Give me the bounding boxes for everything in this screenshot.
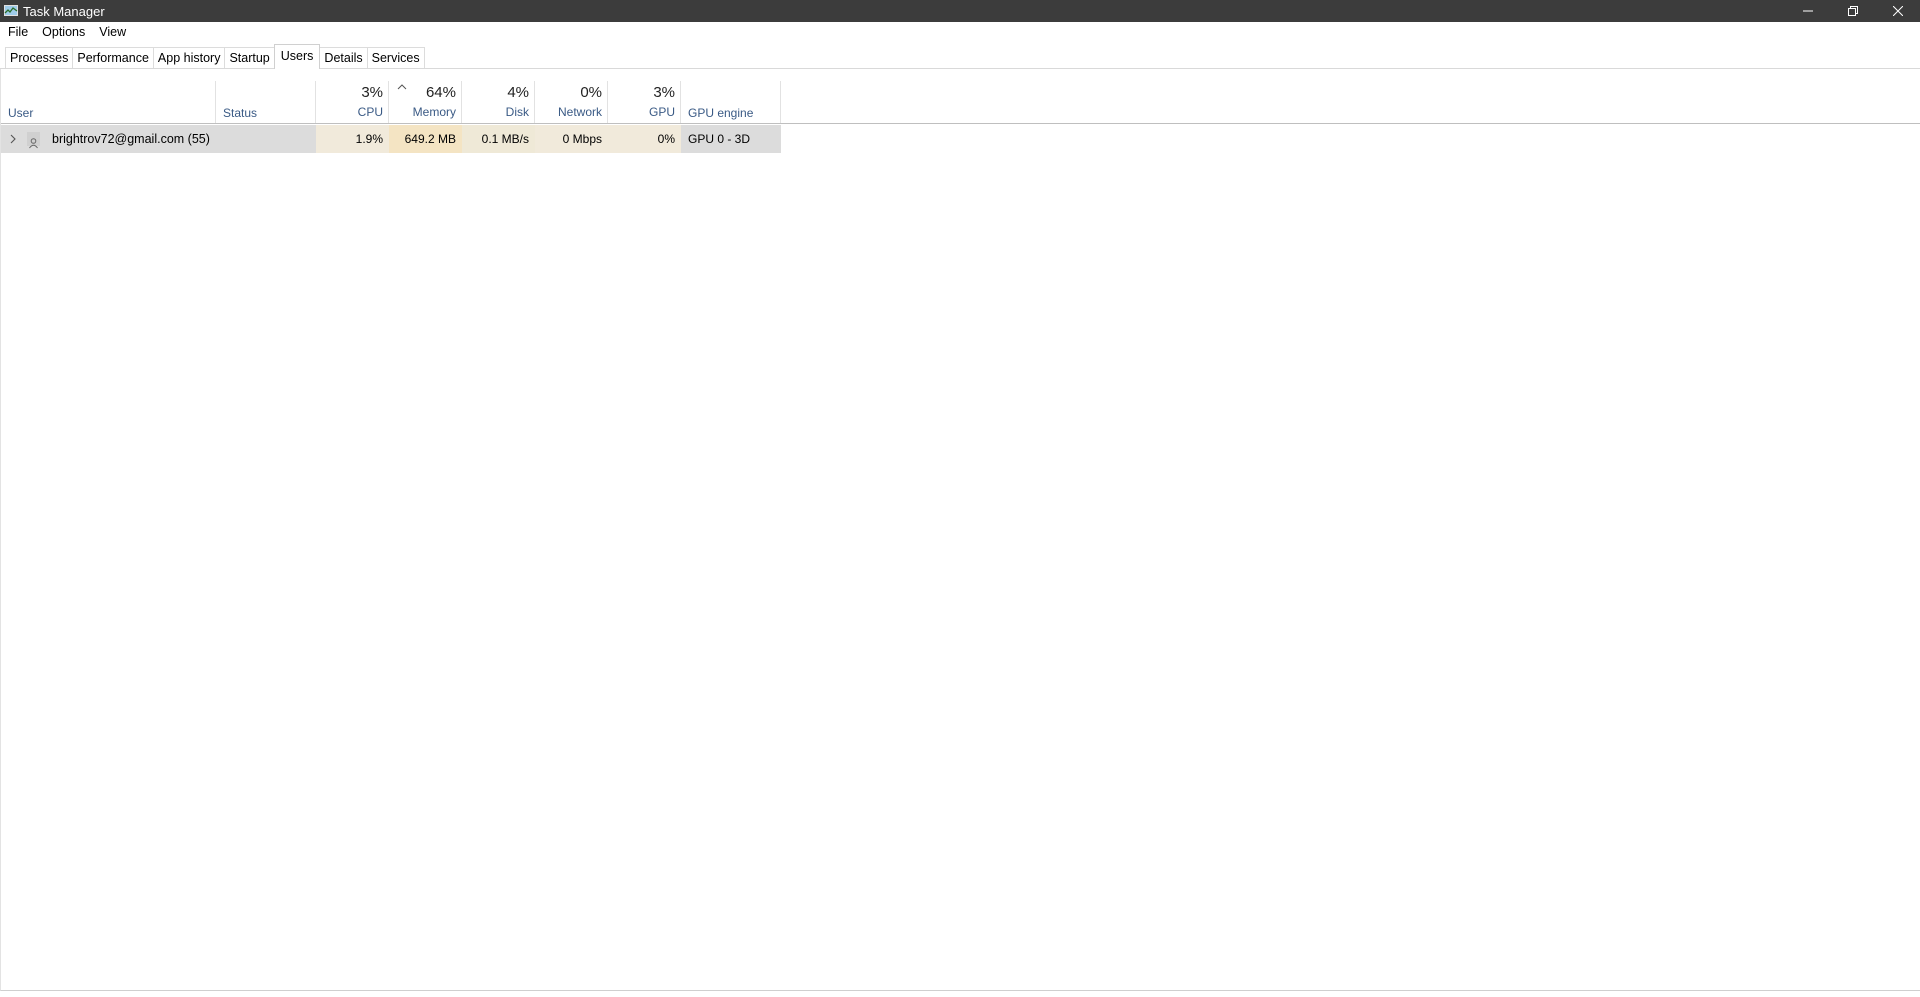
tab-users[interactable]: Users: [273, 44, 321, 69]
close-icon: [1892, 6, 1903, 16]
column-status[interactable]: Status: [216, 81, 316, 123]
tab-app-history[interactable]: App history: [152, 47, 226, 68]
network-total-percent: 0%: [580, 84, 602, 101]
column-memory[interactable]: 64% Memory: [389, 81, 462, 123]
column-status-label: Status: [223, 106, 258, 120]
tab-processes[interactable]: Processes: [5, 47, 74, 68]
gpu-engine-cell: GPU 0 - 3D: [688, 132, 751, 146]
chevron-right-icon[interactable]: [9, 134, 17, 144]
column-disk-label: Disk: [505, 105, 529, 119]
menu-view[interactable]: View: [92, 22, 133, 43]
restore-button[interactable]: [1830, 0, 1875, 22]
minimize-button[interactable]: [1785, 0, 1830, 22]
user-name: brightrov72@gmail.com (55): [52, 132, 210, 146]
column-cpu[interactable]: 3% CPU: [316, 81, 389, 123]
title-bar: Task Manager: [0, 0, 1920, 22]
task-manager-icon: [4, 5, 18, 17]
column-cpu-label: CPU: [357, 105, 383, 119]
cpu-cell: 1.9%: [316, 125, 389, 153]
close-button[interactable]: [1875, 0, 1920, 22]
column-network-label: Network: [557, 105, 602, 119]
column-user[interactable]: User: [1, 81, 216, 123]
disk-cell: 0.1 MB/s: [462, 125, 535, 153]
tab-services[interactable]: Services: [366, 47, 425, 68]
memory-cell: 649.2 MB: [389, 125, 462, 153]
tab-bar: Processes Performance App history Startu…: [0, 43, 1920, 69]
window-title: Task Manager: [23, 3, 105, 19]
column-memory-label: Memory: [412, 105, 456, 119]
table-row[interactable]: brightrov72@gmail.com (55) 1.9% 649.2 MB…: [1, 125, 781, 153]
restore-icon: [1847, 6, 1858, 16]
network-cell: 0 Mbps: [535, 125, 608, 153]
users-panel: User Status 3% CPU 64% Memory 4% Disk 0%…: [0, 69, 1920, 991]
column-gpu[interactable]: 3% GPU: [608, 81, 681, 123]
menu-bar: File Options View: [0, 22, 1920, 43]
disk-total-percent: 4%: [507, 84, 529, 101]
tab-details[interactable]: Details: [319, 47, 368, 68]
gpu-cell: 0%: [608, 125, 681, 153]
tab-startup[interactable]: Startup: [224, 47, 275, 68]
tab-performance[interactable]: Performance: [72, 47, 154, 68]
minimize-icon: [1802, 10, 1813, 12]
menu-file[interactable]: File: [0, 22, 35, 43]
status-cell: [216, 125, 316, 153]
gpu-total-percent: 3%: [653, 84, 675, 101]
column-gpu-engine-label: GPU engine: [688, 106, 754, 120]
column-header: User Status 3% CPU 64% Memory 4% Disk 0%…: [1, 81, 1920, 124]
user-avatar-icon: [27, 132, 40, 149]
menu-options[interactable]: Options: [35, 22, 92, 43]
column-gpu-label: GPU: [648, 105, 675, 119]
sort-ascending-icon: [397, 84, 407, 90]
column-network[interactable]: 0% Network: [535, 81, 608, 123]
cpu-total-percent: 3%: [361, 84, 383, 101]
column-disk[interactable]: 4% Disk: [462, 81, 535, 123]
column-user-label: User: [8, 106, 34, 120]
column-gpu-engine[interactable]: GPU engine: [681, 81, 781, 123]
